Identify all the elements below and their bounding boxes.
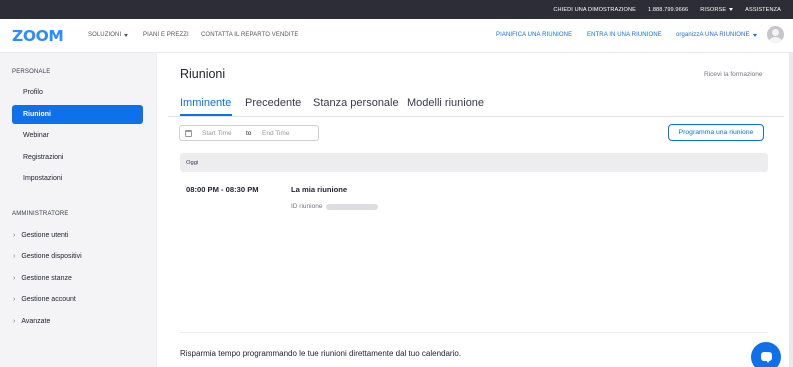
- request-demo-link[interactable]: CHIEDI UNA DIMOSTRAZIONE: [553, 7, 636, 13]
- calendar-icon: [185, 130, 192, 137]
- page-title: Riunioni: [180, 67, 226, 81]
- sidebar-item-device-management[interactable]: › Gestione dispositivi: [13, 253, 82, 260]
- day-group-header: Oggi: [180, 153, 768, 172]
- tab-personal-room[interactable]: Stanza personale: [313, 97, 399, 109]
- caret-down-icon: [729, 8, 734, 11]
- chat-bubble-icon: [761, 352, 772, 363]
- sidebar-item-label: Gestione dispositivi: [21, 253, 82, 260]
- chevron-right-icon: ›: [13, 232, 16, 239]
- start-time-input[interactable]: Start Time: [202, 130, 232, 137]
- meeting-id-label: ID riunione: [291, 203, 323, 210]
- solutions-menu[interactable]: SOLUZIONI: [88, 32, 129, 38]
- sidebar-item-label: Avanzate: [21, 318, 51, 325]
- resources-menu[interactable]: RISORSE: [700, 6, 734, 13]
- date-range-picker[interactable]: Start Time to End Time: [179, 125, 319, 141]
- sidebar-item-meetings[interactable]: Riunioni: [12, 105, 143, 124]
- tab-meeting-templates[interactable]: Modelli riunione: [407, 97, 484, 109]
- date-range-separator: to: [246, 129, 252, 137]
- join-meeting-link[interactable]: ENTRA IN UNA RIUNIONE: [587, 32, 662, 38]
- tabs-divider: [168, 116, 784, 117]
- admin-section-header: AMMINISTRATORE: [12, 211, 69, 217]
- host-meeting-label: organizzA UNA RIUNIONE: [676, 32, 750, 38]
- plans-link[interactable]: PIANI E PREZZI: [143, 32, 189, 38]
- schedule-meeting-link[interactable]: PIANIFICA UNA RIUNIONE: [496, 32, 572, 38]
- zoom-logo[interactable]: zoom: [12, 27, 64, 45]
- avatar-icon[interactable]: [767, 26, 784, 43]
- support-link[interactable]: ASSISTENZA: [745, 7, 781, 13]
- sidebar-item-recordings[interactable]: Registrazioni: [12, 148, 143, 167]
- end-time-input[interactable]: End Time: [262, 130, 289, 137]
- sidebar-item-advanced[interactable]: › Avanzate: [13, 318, 50, 325]
- sidebar-item-webinar[interactable]: Webinar: [12, 126, 143, 145]
- top-utility-bar: CHIEDI UNA DIMOSTRAZIONE 1.888.799.9666 …: [0, 0, 793, 19]
- main-navbar: zoom SOLUZIONI PIANI E PREZZI CONTATTA I…: [0, 19, 793, 53]
- training-link[interactable]: Ricevi la formazione: [704, 71, 763, 78]
- contact-sales-link[interactable]: CONTATTA IL REPARTO VENDITE: [201, 32, 299, 38]
- calendar-promo-text: Risparmia tempo programmando le tue riun…: [180, 349, 462, 358]
- solutions-label: SOLUZIONI: [88, 32, 122, 38]
- meeting-time: 08:00 PM - 08:30 PM: [186, 185, 259, 194]
- sidebar-item-label: Gestione account: [21, 296, 76, 303]
- sidebar-item-room-management[interactable]: › Gestione stanze: [13, 275, 72, 282]
- sidebar-item-label: Gestione stanze: [21, 275, 72, 282]
- sidebar-item-user-management[interactable]: › Gestione utenti: [13, 232, 68, 239]
- personal-section-header: PERSONALE: [12, 69, 51, 75]
- tab-upcoming[interactable]: Imminente: [180, 97, 231, 109]
- meeting-id: ID riunione: [291, 203, 379, 210]
- resources-label: RISORSE: [700, 6, 727, 13]
- caret-down-icon: [752, 33, 757, 37]
- scrollbar[interactable]: [789, 53, 793, 367]
- chevron-right-icon: ›: [13, 275, 16, 282]
- sidebar-item-settings[interactable]: Impostazioni: [12, 169, 143, 188]
- chevron-right-icon: ›: [13, 253, 16, 260]
- tab-previous[interactable]: Precedente: [245, 97, 301, 109]
- phone-number: 1.888.799.9666: [647, 6, 689, 13]
- sidebar: PERSONALE Profilo Riunioni Webinar Regis…: [0, 53, 157, 367]
- sidebar-item-account-management[interactable]: › Gestione account: [13, 296, 76, 303]
- chat-icon[interactable]: [751, 342, 781, 367]
- chevron-right-icon: ›: [13, 296, 16, 303]
- caret-down-icon: [124, 33, 129, 37]
- content-divider: [180, 332, 768, 333]
- host-meeting-menu[interactable]: organizzA UNA RIUNIONE: [676, 32, 757, 38]
- sidebar-item-profile[interactable]: Profilo: [12, 83, 143, 102]
- chevron-right-icon: ›: [13, 318, 16, 325]
- meeting-id-redacted: [326, 203, 379, 210]
- meeting-title-link[interactable]: La mia riunione: [291, 185, 347, 194]
- schedule-meeting-button[interactable]: Programma una riunione: [668, 124, 764, 141]
- sidebar-item-label: Gestione utenti: [21, 232, 69, 239]
